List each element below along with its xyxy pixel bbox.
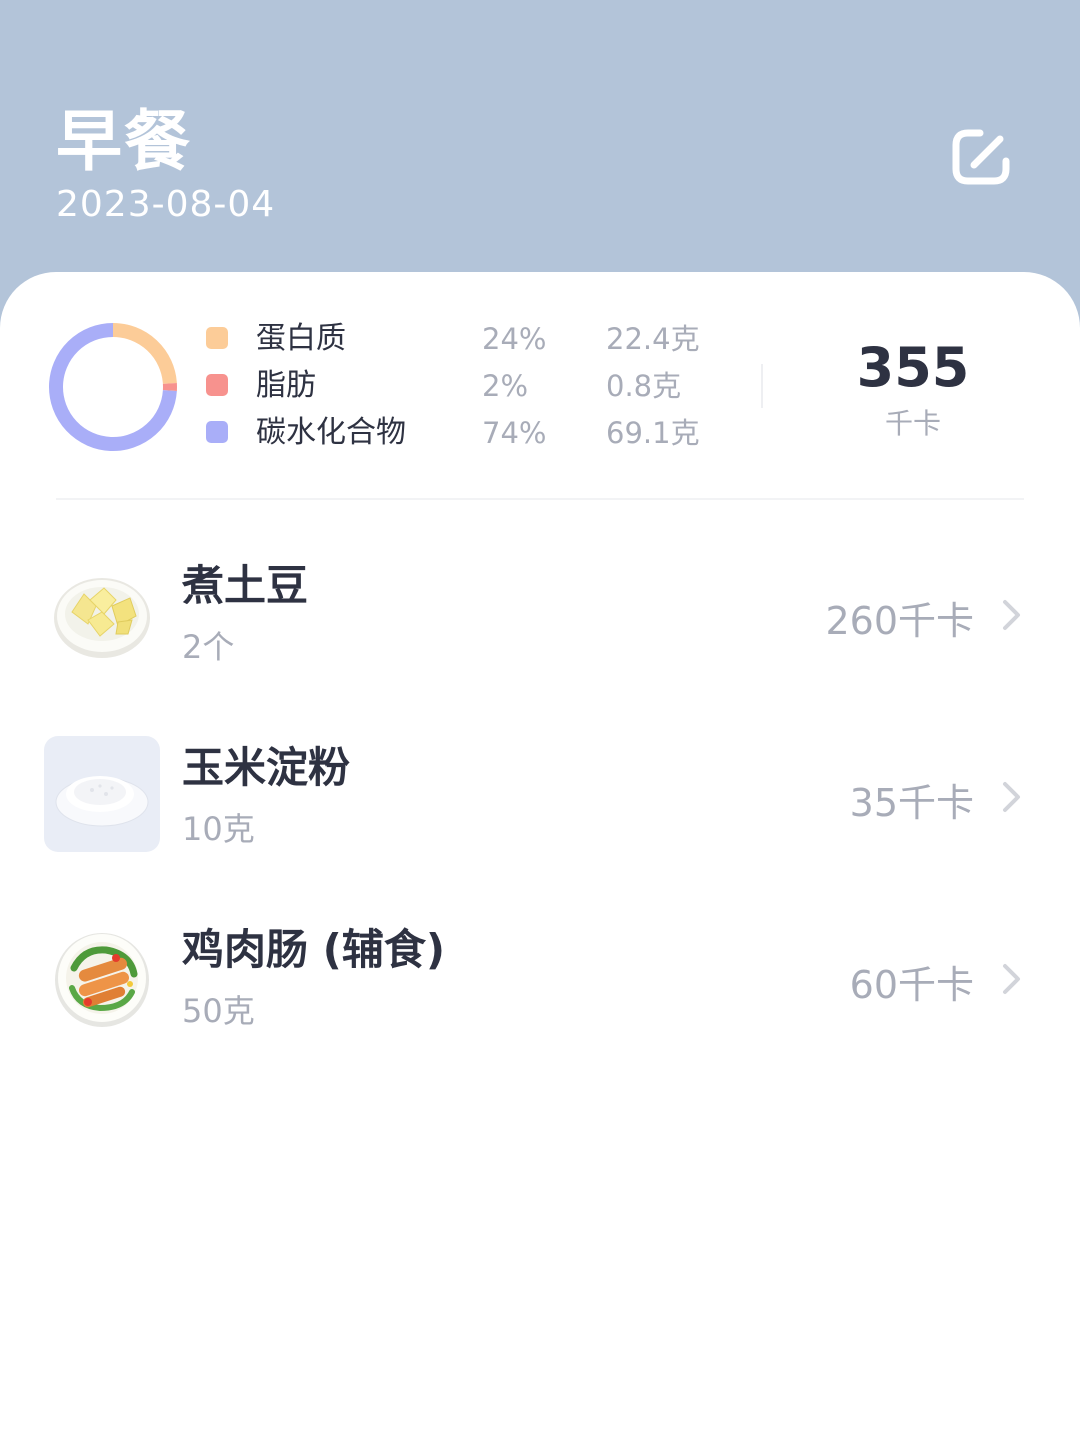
section-divider <box>56 498 1024 500</box>
carbs-label: 碳水化合物 <box>256 415 406 450</box>
corn-starch-image <box>44 736 160 852</box>
chevron-right-icon <box>1003 600 1020 630</box>
food-name: 鸡肉肠 (辅食) <box>182 925 446 974</box>
fat-amount: 0.8克 <box>606 369 682 403</box>
fat-label: 脂肪 <box>256 368 316 403</box>
edit-square-icon <box>952 129 1010 185</box>
legend-carbs: 碳水化合物 74% 69.1克 <box>0 410 760 456</box>
protein-label: 蛋白质 <box>256 321 346 356</box>
legend-fat: 脂肪 2% 0.8克 <box>0 363 760 409</box>
food-kcal: 260千卡 <box>825 599 974 643</box>
protein-color-dot <box>206 327 228 349</box>
chevron-right-icon <box>1003 782 1020 812</box>
fat-color-dot <box>206 374 228 396</box>
summary-divider <box>761 364 763 408</box>
meal-detail-sheet: 蛋白质 24% 22.4克 脂肪 2% 0.8克 碳水化合物 74% 69.1克… <box>0 272 1080 1440</box>
food-kcal: 35千卡 <box>849 781 974 825</box>
protein-amount: 22.4克 <box>606 322 700 356</box>
carbs-percent: 74% <box>482 416 547 450</box>
chicken-sausage-image <box>55 933 149 1027</box>
carbs-amount: 69.1克 <box>606 416 700 450</box>
meal-date: 2023-08-04 <box>56 184 276 225</box>
food-name: 玉米淀粉 <box>182 743 351 792</box>
food-quantity: 50克 <box>182 992 255 1030</box>
total-kcal: 355 <box>856 336 970 399</box>
food-quantity: 10克 <box>182 810 255 848</box>
boiled-potato-image <box>54 578 150 658</box>
legend-protein: 蛋白质 24% 22.4克 <box>0 316 760 362</box>
chevron-right-icon <box>1003 964 1020 994</box>
edit-button[interactable] <box>946 124 1016 190</box>
carbs-color-dot <box>206 421 228 443</box>
food-quantity: 2个 <box>182 628 235 666</box>
food-item-corn-starch[interactable]: 玉米淀粉 10克 35千卡 <box>0 728 1080 868</box>
food-item-chicken-sausage[interactable]: 鸡肉肠 (辅食) 50克 60千卡 <box>0 910 1080 1050</box>
fat-percent: 2% <box>482 369 529 403</box>
meal-title: 早餐 <box>56 103 192 180</box>
food-item-boiled-potato[interactable]: 煮土豆 2个 260千卡 <box>0 546 1080 686</box>
total-kcal-unit: 千卡 <box>884 407 941 440</box>
header: 早餐 2023-08-04 <box>0 0 1080 300</box>
protein-percent: 24% <box>482 322 547 356</box>
food-kcal: 60千卡 <box>849 963 974 1007</box>
food-name: 煮土豆 <box>182 561 309 610</box>
